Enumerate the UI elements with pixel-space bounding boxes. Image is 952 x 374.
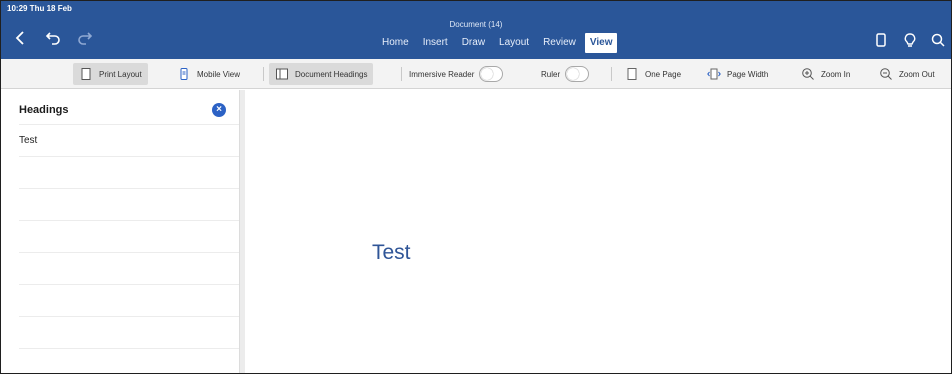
- phone-icon[interactable]: [873, 32, 889, 48]
- redo-icon[interactable]: [75, 28, 95, 48]
- mobile-view-label: Mobile View: [197, 69, 240, 79]
- tab-layout[interactable]: Layout: [492, 33, 536, 53]
- headings-pane: Headings × Test: [1, 90, 239, 373]
- page-width-button[interactable]: Page Width: [707, 63, 768, 85]
- immersive-reader-switch[interactable]: [479, 66, 504, 82]
- mobile-view-button[interactable]: Mobile View: [177, 63, 240, 85]
- ribbon-tabs: Home Insert Draw Layout Review View: [375, 33, 618, 53]
- document-canvas[interactable]: Test: [245, 90, 951, 373]
- mobile-icon: [180, 68, 188, 80]
- one-page-button[interactable]: One Page: [625, 63, 681, 85]
- list-item: [19, 188, 239, 220]
- title-bar: 10:29 Thu 18 Feb Document (14) Home Inse…: [1, 1, 951, 59]
- list-item: [19, 284, 239, 316]
- document-heading[interactable]: Test: [372, 241, 411, 265]
- page-width-label: Page Width: [727, 69, 769, 79]
- search-icon[interactable]: [930, 32, 946, 48]
- tab-home[interactable]: Home: [375, 33, 416, 53]
- immersive-reader-toggle[interactable]: Immersive Reader: [409, 63, 504, 85]
- one-page-label: One Page: [645, 69, 682, 79]
- list-item: [19, 252, 239, 284]
- zoom-out-label: Zoom Out: [899, 69, 935, 79]
- headings-icon: [276, 68, 288, 80]
- tab-draw[interactable]: Draw: [455, 33, 492, 53]
- ribbon-separator: [611, 67, 612, 81]
- ribbon-separator: [263, 67, 264, 81]
- zoom-in-button[interactable]: Zoom In: [801, 63, 850, 85]
- heading-item-test[interactable]: Test: [19, 124, 239, 156]
- close-icon[interactable]: ×: [212, 103, 226, 117]
- zoom-in-icon: [802, 68, 814, 80]
- document-title: Document (14): [449, 20, 503, 29]
- tab-insert[interactable]: Insert: [416, 33, 455, 53]
- tab-view[interactable]: View: [584, 33, 618, 53]
- view-ribbon: Print Layout Mobile View Document Headin…: [1, 59, 951, 89]
- ribbon-separator: [401, 67, 402, 81]
- list-item: [19, 156, 239, 188]
- list-item: [19, 220, 239, 252]
- headings-pane-title: Headings: [19, 104, 69, 116]
- zoom-out-button[interactable]: Zoom Out: [879, 63, 935, 85]
- app-frame: 10:29 Thu 18 Feb Document (14) Home Inse…: [0, 0, 952, 374]
- document-headings-label: Document Headings: [295, 69, 368, 79]
- one-page-icon: [627, 68, 637, 80]
- page-width-icon: [707, 68, 721, 80]
- document-headings-button[interactable]: Document Headings: [269, 63, 374, 85]
- ruler-label-text: Ruler: [541, 69, 561, 79]
- list-item: [19, 316, 239, 348]
- zoom-out-icon: [880, 68, 892, 80]
- lightbulb-icon[interactable]: [902, 32, 918, 48]
- print-layout-label: Print Layout: [99, 69, 142, 79]
- back-icon[interactable]: [11, 28, 31, 48]
- list-item: [19, 348, 239, 373]
- immersive-reader-label: Immersive Reader: [409, 69, 475, 79]
- ruler-switch[interactable]: [565, 66, 590, 82]
- page-icon: [81, 68, 91, 80]
- tab-review[interactable]: Review: [536, 33, 583, 53]
- status-time: 10:29 Thu 18 Feb: [7, 4, 72, 13]
- ruler-toggle[interactable]: Ruler: [541, 63, 590, 85]
- print-layout-button[interactable]: Print Layout: [73, 63, 148, 85]
- zoom-in-label: Zoom In: [821, 69, 851, 79]
- undo-icon[interactable]: [43, 28, 63, 48]
